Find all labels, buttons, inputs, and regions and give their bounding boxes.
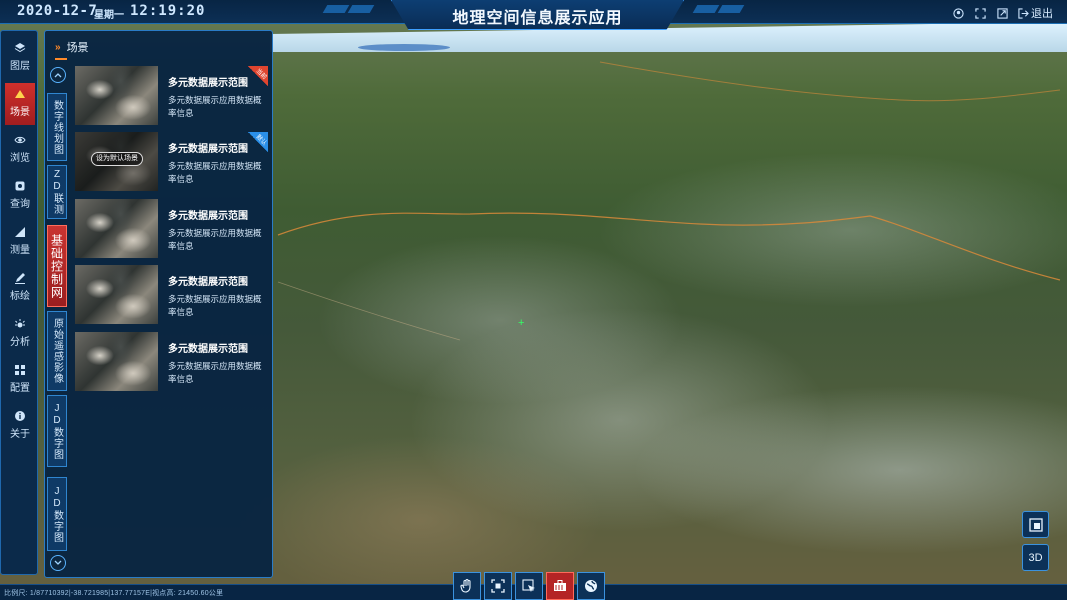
header-underline	[55, 58, 67, 60]
panel-header: » 场景	[55, 39, 89, 55]
scene-card[interactable]: 多元数据展示范围 多元数据展示应用数据概率信息	[73, 197, 270, 260]
card-description: 多元数据展示应用数据概率信息	[168, 228, 262, 251]
nav-label: 关于	[10, 429, 30, 440]
tab-digital-line-map[interactable]: 数字线划图	[47, 93, 67, 161]
scene-card[interactable]: 多元数据展示范围 多元数据展示应用数据概率信息	[73, 263, 270, 326]
nav-item-browse[interactable]: 浏览	[1, 129, 39, 171]
tab-jd-digital-map-2[interactable]: JD数字图	[47, 477, 67, 551]
toolbox-icon	[554, 580, 566, 591]
current-badge: 当前	[248, 66, 268, 86]
nav-item-scene[interactable]: 场景	[5, 83, 35, 125]
tab-jd-digital-map-1[interactable]: JD数字图	[47, 395, 67, 467]
card-title: 多元数据展示范围	[168, 344, 248, 355]
scene-thumbnail	[75, 332, 158, 391]
toolbox-button[interactable]	[546, 572, 574, 600]
app-title: 地理空间信息展示应用	[452, 10, 623, 27]
scene-card[interactable]: 多元数据展示范围 多元数据展示应用数据概率信息 当前	[73, 64, 270, 127]
scene-thumbnail	[75, 265, 158, 324]
grid-icon	[15, 365, 25, 375]
globe-button[interactable]	[577, 572, 605, 600]
scene-card[interactable]: 多元数据展示范围 多元数据展示应用数据概率信息	[73, 330, 270, 393]
scene-panel: » 场景 数字线划图 ZD联测 基础控制网 原始遥感影像 JD数字图 JD数字图…	[44, 30, 273, 578]
nav-label: 测量	[10, 245, 30, 256]
left-nav: 图层 场景 浏览 查询 测量 标绘 分析 配置 关于	[0, 30, 38, 575]
exit-label: 退出	[1031, 8, 1053, 20]
nav-item-layers[interactable]: 图层	[1, 37, 39, 79]
scene-icon	[15, 90, 25, 98]
nav-label: 图层	[10, 61, 30, 72]
double-chevron-icon: »	[55, 41, 61, 53]
weekday-display: 星期一	[94, 10, 124, 21]
scene-card[interactable]: 设为默认场景 多元数据展示范围 多元数据展示应用数据概率信息 默认	[73, 130, 270, 193]
nav-item-measure[interactable]: 测量	[1, 221, 39, 263]
pan-hand-icon	[460, 578, 471, 593]
chevron-down-icon	[54, 560, 62, 565]
map-toggle-icon	[1028, 517, 1043, 532]
fullscreen-icon[interactable]	[974, 7, 986, 19]
frame-select-icon	[491, 579, 505, 593]
header-decoration-left	[322, 5, 375, 13]
time-display: 12:19:20	[130, 3, 206, 19]
external-link-icon[interactable]	[996, 7, 1008, 19]
exit-icon	[1018, 7, 1029, 19]
ruler-icon	[15, 227, 25, 237]
chevron-up-icon	[54, 73, 62, 78]
set-default-button[interactable]: 设为默认场景	[91, 152, 143, 166]
nav-item-query[interactable]: 查询	[1, 175, 39, 217]
top-actions: 退出	[952, 5, 1053, 21]
tab-raw-remote-sensing[interactable]: 原始遥感影像	[47, 311, 67, 391]
nav-label: 分析	[10, 337, 30, 348]
scroll-down-button[interactable]	[50, 555, 66, 571]
default-badge: 默认	[248, 132, 268, 152]
nav-label: 浏览	[10, 153, 30, 164]
card-description: 多元数据展示应用数据概率信息	[168, 294, 262, 317]
header-decoration-right	[692, 5, 745, 13]
tab-zd-survey[interactable]: ZD联测	[47, 165, 67, 219]
info-icon	[15, 411, 25, 421]
card-description: 多元数据展示应用数据概率信息	[168, 95, 262, 118]
map-toggle-button[interactable]	[1022, 511, 1049, 538]
card-description: 多元数据展示应用数据概率信息	[168, 161, 262, 184]
nav-item-plot[interactable]: 标绘	[1, 267, 39, 309]
bottom-toolbar	[453, 572, 605, 600]
nav-item-analysis[interactable]: 分析	[1, 313, 39, 355]
card-title: 多元数据展示范围	[168, 78, 248, 89]
scale-coordinate-readout: 比例尺: 1/87710392|-38.721985|137.77157E|视点…	[4, 590, 224, 597]
card-description: 多元数据展示应用数据概率信息	[168, 361, 262, 384]
nav-item-config[interactable]: 配置	[1, 359, 39, 401]
panel-title: 场景	[66, 42, 89, 54]
date-display: 2020-12-7	[17, 3, 98, 19]
scroll-up-button[interactable]	[50, 67, 66, 83]
card-title: 多元数据展示范围	[168, 144, 248, 155]
nav-label: 标绘	[10, 291, 30, 302]
eye-icon	[14, 136, 26, 144]
search-icon	[15, 181, 25, 191]
frame-select-button[interactable]	[484, 572, 512, 600]
scene-thumbnail	[75, 66, 158, 125]
card-title: 多元数据展示范围	[168, 211, 248, 222]
pointer-select-button[interactable]	[515, 572, 543, 600]
nav-item-about[interactable]: 关于	[1, 405, 39, 447]
exit-button[interactable]: 退出	[1018, 5, 1053, 21]
card-title: 多元数据展示范围	[168, 277, 248, 288]
map-crosshair-icon: +	[518, 317, 525, 329]
nav-label: 配置	[10, 383, 30, 394]
scene-thumbnail	[75, 199, 158, 258]
pointer-select-icon	[522, 579, 535, 592]
user-icon[interactable]	[952, 7, 964, 19]
layers-icon	[14, 43, 26, 53]
nav-label: 查询	[10, 199, 30, 210]
nav-label: 场景	[10, 107, 30, 118]
tab-basic-control-net[interactable]: 基础控制网	[47, 225, 67, 307]
3d-mode-button[interactable]: 3D	[1022, 544, 1049, 571]
analysis-icon	[15, 319, 25, 328]
pan-button[interactable]	[453, 572, 481, 600]
globe-icon	[585, 580, 597, 592]
pen-icon	[15, 273, 25, 284]
